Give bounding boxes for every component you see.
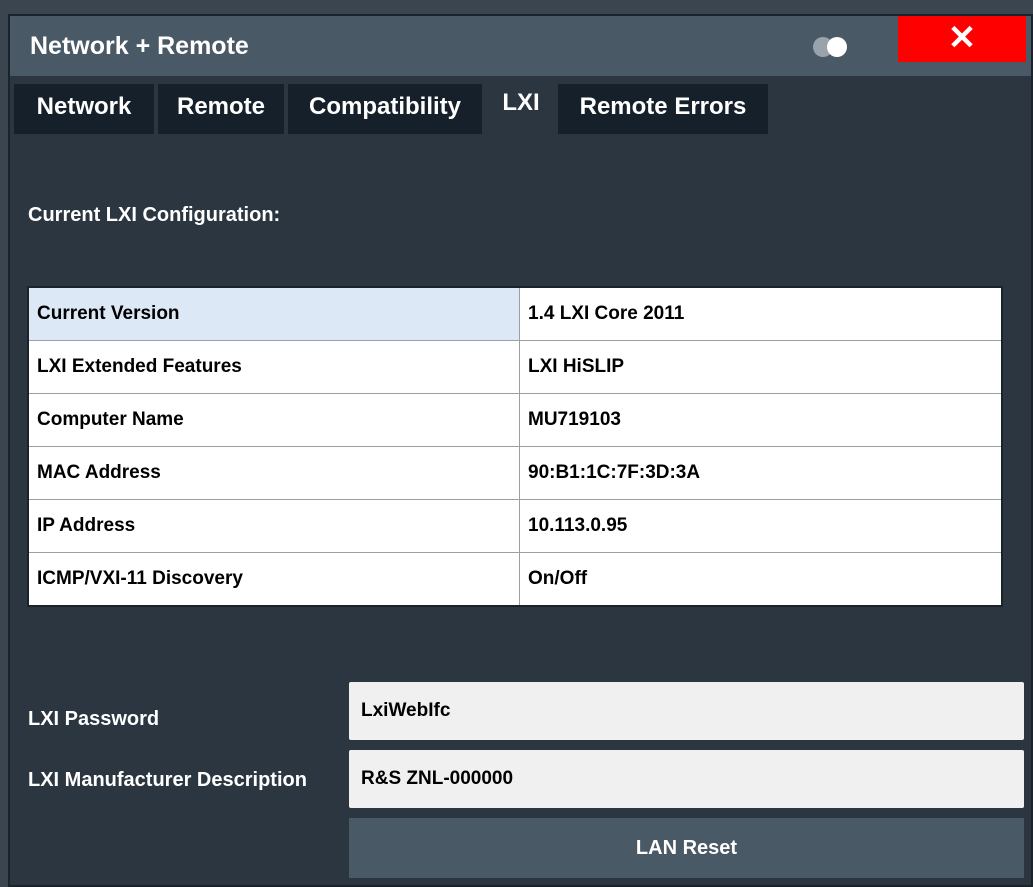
lxi-config-table: Current Version 1.4 LXI Core 2011 LXI Ex… <box>27 286 1003 607</box>
theme-toggle-icon[interactable] <box>810 36 850 58</box>
lan-reset-button[interactable]: LAN Reset <box>349 818 1024 878</box>
row-key: LXI Extended Features <box>27 340 520 394</box>
title-bar: Network + Remote ✕ <box>10 16 1031 76</box>
window-title: Network + Remote <box>30 32 249 60</box>
tab-bar: Network Remote Compatibility LXI Remote … <box>10 80 1031 134</box>
tab-remote-errors[interactable]: Remote Errors <box>558 84 768 134</box>
close-icon: ✕ <box>947 19 977 57</box>
table-row[interactable]: Current Version 1.4 LXI Core 2011 <box>27 286 1003 341</box>
row-key: ICMP/VXI-11 Discovery <box>27 552 520 607</box>
section-label: Current LXI Configuration: <box>28 204 281 226</box>
row-value: MU719103 <box>519 393 1003 447</box>
tab-lxi[interactable]: LXI <box>486 80 556 134</box>
lxi-password-field[interactable]: LxiWebIfc <box>349 682 1024 740</box>
table-row[interactable]: MAC Address 90:B1:1C:7F:3D:3A <box>27 446 1003 500</box>
close-button[interactable]: ✕ <box>898 16 1026 62</box>
row-value: 1.4 LXI Core 2011 <box>519 286 1003 341</box>
table-row[interactable]: ICMP/VXI-11 Discovery On/Off <box>27 552 1003 607</box>
row-value: 10.113.0.95 <box>519 499 1003 553</box>
row-key: MAC Address <box>27 446 520 500</box>
table-row[interactable]: LXI Extended Features LXI HiSLIP <box>27 340 1003 394</box>
row-key: IP Address <box>27 499 520 553</box>
row-value: On/Off <box>519 552 1003 607</box>
lxi-manufacturer-label: LXI Manufacturer Description <box>28 769 307 791</box>
table-row[interactable]: Computer Name MU719103 <box>27 393 1003 447</box>
row-value: LXI HiSLIP <box>519 340 1003 394</box>
table-row[interactable]: IP Address 10.113.0.95 <box>27 499 1003 553</box>
tab-compatibility[interactable]: Compatibility <box>288 84 482 134</box>
lxi-password-label: LXI Password <box>28 708 160 730</box>
row-value: 90:B1:1C:7F:3D:3A <box>519 446 1003 500</box>
tab-network[interactable]: Network <box>14 84 154 134</box>
network-remote-dialog: Network + Remote ✕ Network Remote Compat… <box>8 14 1033 887</box>
lxi-manufacturer-field[interactable]: R&S ZNL-000000 <box>349 750 1024 808</box>
row-key: Current Version <box>27 286 520 341</box>
tab-remote[interactable]: Remote <box>158 84 284 134</box>
row-key: Computer Name <box>27 393 520 447</box>
